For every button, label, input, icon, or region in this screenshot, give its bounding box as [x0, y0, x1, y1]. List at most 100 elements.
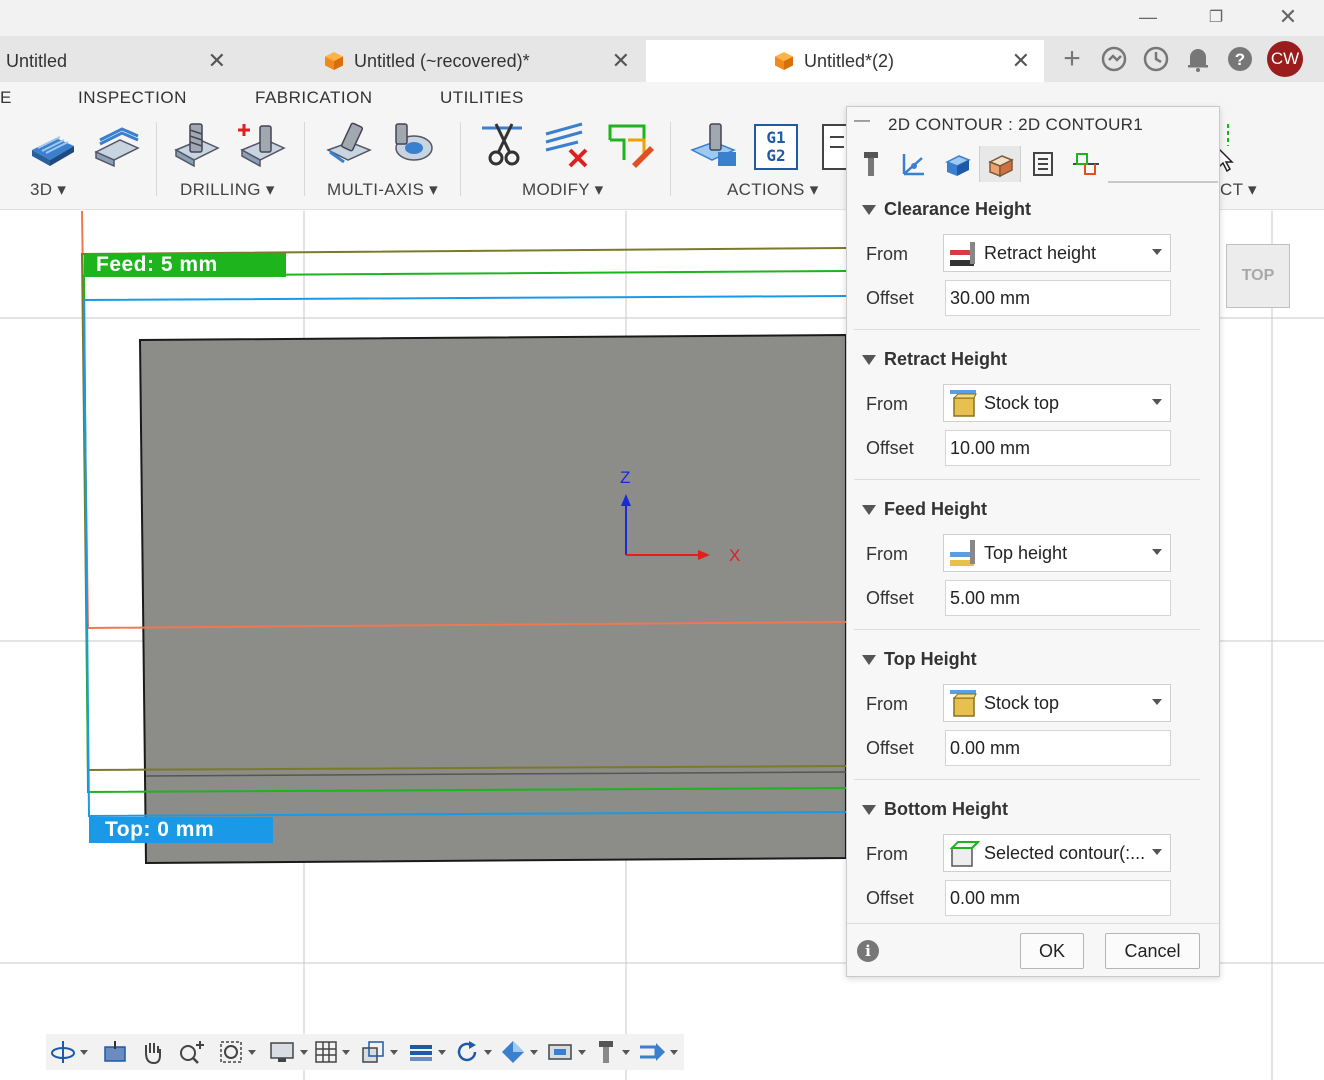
group-clipped[interactable]: CT ▾: [1220, 180, 1257, 200]
ok-button[interactable]: OK: [1020, 933, 1084, 969]
notifications-bell-icon[interactable]: [1183, 44, 1213, 74]
feed-height-label: Feed: 5 mm: [84, 253, 286, 277]
chevron-down-icon: [80, 1049, 88, 1055]
machine-display-tool[interactable]: [546, 1036, 586, 1068]
retract-height-heading[interactable]: Retract Height: [884, 349, 1007, 370]
clearance-from-label: From: [866, 244, 908, 264]
viewports-tool[interactable]: [360, 1036, 398, 1068]
ribbon-tab-clipped[interactable]: E: [0, 88, 12, 108]
retract-from-select[interactable]: Stock top: [943, 384, 1171, 422]
selected-contour-icon: [949, 841, 981, 867]
feed-from-select[interactable]: Top height: [943, 534, 1171, 572]
close-window-button[interactable]: ✕: [1266, 4, 1310, 30]
top-from-select[interactable]: Stock top: [943, 684, 1171, 722]
collapse-bottom-icon[interactable]: [862, 805, 876, 815]
tab-linking[interactable]: [1065, 146, 1107, 182]
tab-close-icon[interactable]: ✕: [612, 48, 630, 74]
clearance-height-heading[interactable]: Clearance Height: [884, 199, 1031, 220]
grid-icon: [315, 1041, 337, 1063]
tab-geometry[interactable]: [893, 146, 935, 182]
edit-toolpath-icon[interactable]: [604, 120, 654, 170]
display-settings-tool[interactable]: [268, 1036, 308, 1068]
minimize-button[interactable]: —: [1126, 4, 1170, 30]
axis-x-label: X: [729, 546, 740, 565]
section-tool[interactable]: [408, 1036, 446, 1068]
collapse-retract-icon[interactable]: [862, 355, 876, 365]
3d-clipped-tool-icon[interactable]: [0, 120, 12, 170]
swarf-icon[interactable]: [324, 120, 374, 170]
tab-close-icon[interactable]: ✕: [208, 48, 226, 74]
setup-sheet-icon[interactable]: [822, 124, 846, 170]
group-separator: [460, 122, 461, 196]
post-process-icon[interactable]: G1 G2: [754, 124, 798, 170]
tab-untitled-2[interactable]: Untitled*(2) ✕: [646, 40, 1044, 82]
bottom-height-heading[interactable]: Bottom Height: [884, 799, 1008, 820]
refresh-tool[interactable]: [454, 1036, 492, 1068]
look-at-tool[interactable]: [102, 1036, 128, 1068]
ribbon-tab-utilities[interactable]: UTILITIES: [440, 88, 524, 108]
bottom-offset-field[interactable]: 0.00 mm: [945, 880, 1171, 916]
collapse-clearance-icon[interactable]: [862, 205, 876, 215]
delete-passes-icon[interactable]: [542, 120, 592, 170]
group-multi-axis[interactable]: MULTI-AXIS ▾: [327, 180, 438, 200]
top-offset-field[interactable]: 0.00 mm: [945, 730, 1171, 766]
pan-hand-icon: [145, 1043, 161, 1065]
feed-height-heading[interactable]: Feed Height: [884, 499, 987, 520]
tab-passes[interactable]: [1022, 146, 1064, 182]
clearance-from-select[interactable]: Retract height: [943, 234, 1171, 272]
toolpath-display-tool[interactable]: [638, 1036, 678, 1068]
bottom-from-label: From: [866, 844, 908, 864]
top-height-label: Top: 0 mm: [89, 817, 273, 843]
tab-tool[interactable]: [850, 146, 892, 182]
group-drilling[interactable]: DRILLING ▾: [180, 180, 275, 200]
help-icon[interactable]: ?: [1225, 44, 1255, 74]
viewcube[interactable]: TOP: [1226, 244, 1290, 308]
grid-settings-tool[interactable]: [314, 1036, 350, 1068]
fit-tool[interactable]: [218, 1036, 256, 1068]
clearance-offset-field[interactable]: 30.00 mm: [945, 280, 1171, 316]
tab-heights[interactable]: [979, 146, 1021, 182]
chevron-down-icon: [342, 1049, 350, 1055]
3d-parallel-icon[interactable]: [28, 120, 78, 170]
extensions-icon[interactable]: [1099, 44, 1129, 74]
section-analysis-icon: [410, 1045, 432, 1061]
group-modify[interactable]: MODIFY ▾: [522, 180, 603, 200]
group-separator: [304, 122, 305, 196]
zoom-tool[interactable]: [178, 1036, 206, 1068]
info-icon[interactable]: i: [857, 940, 879, 962]
orbit-tool[interactable]: [50, 1036, 88, 1068]
restore-button[interactable]: ❐: [1194, 4, 1238, 30]
drill-icon[interactable]: [172, 120, 222, 170]
gcode-line: G2: [766, 146, 786, 165]
ribbon-tab-fabrication[interactable]: FABRICATION: [255, 88, 373, 108]
job-status-icon[interactable]: [1141, 44, 1171, 74]
collapse-feed-icon[interactable]: [862, 505, 876, 515]
tab-close-icon[interactable]: ✕: [1012, 48, 1030, 74]
new-tab-icon[interactable]: +: [1057, 42, 1087, 75]
rotary-icon[interactable]: [388, 120, 438, 170]
3d-adaptive-icon[interactable]: [92, 120, 142, 170]
cancel-button[interactable]: Cancel: [1105, 933, 1200, 969]
top-height-heading[interactable]: Top Height: [884, 649, 977, 670]
group-actions[interactable]: ACTIONS ▾: [727, 180, 819, 200]
retract-offset-field[interactable]: 10.00 mm: [945, 430, 1171, 466]
ribbon-tab-inspection[interactable]: INSPECTION: [78, 88, 187, 108]
group-separator: [670, 122, 671, 196]
stock-display-tool[interactable]: [500, 1036, 538, 1068]
simulate-icon[interactable]: [690, 120, 740, 170]
collapse-top-icon[interactable]: [862, 655, 876, 665]
user-avatar[interactable]: CW: [1267, 41, 1303, 77]
bottom-from-select[interactable]: Selected contour(:...: [943, 834, 1171, 872]
hole-recognition-icon[interactable]: [238, 120, 288, 170]
trim-scissors-icon[interactable]: [478, 120, 528, 170]
design-cube-icon: [325, 52, 343, 70]
group-3d[interactable]: 3D ▾: [30, 180, 66, 200]
tab-stock[interactable]: [936, 146, 978, 182]
tab-untitled[interactable]: Untitled ✕: [0, 40, 240, 82]
chevron-down-icon: [248, 1049, 256, 1055]
tab-untitled-recovered[interactable]: Untitled (~recovered)* ✕: [318, 40, 644, 82]
pan-tool[interactable]: [140, 1036, 166, 1068]
dialog-collapse-button[interactable]: —: [854, 112, 870, 130]
feed-offset-field[interactable]: 5.00 mm: [945, 580, 1171, 616]
tool-display-tool[interactable]: [594, 1036, 630, 1068]
